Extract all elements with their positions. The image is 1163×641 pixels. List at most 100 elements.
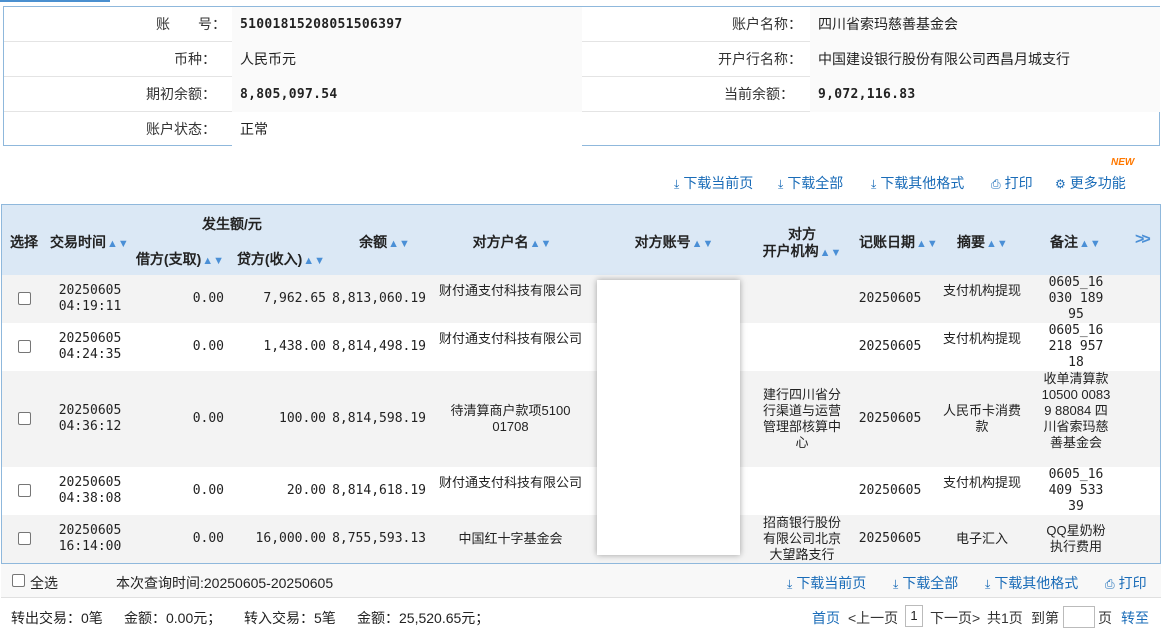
page-unit-label: 页 [1098,610,1112,626]
row-date-text: 20250605 [58,331,122,346]
bank-value: 中国建设银行股份有限公司西昌月城支行 [810,42,1160,77]
row-checkbox[interactable] [18,340,31,353]
footer-download-other-button[interactable]: ⤓ 下载其他格式 [985,573,1078,593]
gear-icon: ⚙ [1055,177,1066,191]
row-summary: 支付机构提现 [942,475,1021,490]
row-debit: 0.00 [192,291,224,306]
row-checkbox[interactable] [18,484,31,497]
prev-page-link[interactable]: <上一页 [848,608,898,628]
row-post-date: 20250605 [858,339,922,354]
footer-download-page-button[interactable]: ⤓ 下载当前页 [787,573,866,593]
account-name-label: 账户名称： [732,16,802,32]
row-balance: 8,813,060.19 [332,291,426,306]
header-counter-account-label: 对方账号 [634,234,691,250]
row-time-text: 16:14:00 [58,539,122,554]
sort-icon: ▲▼ [986,238,1008,250]
status-value: 正常 [232,112,582,147]
download-page-button[interactable]: ⤓ 下载当前页 [674,173,753,193]
header-counter-account[interactable]: 对方账号▲▼ [634,232,714,252]
row-credit: 7,962.65 [263,291,326,306]
first-page-link[interactable]: 首页 [812,608,840,628]
row-time-text: 04:36:12 [58,419,122,434]
sort-icon: ▲▼ [107,238,129,250]
header-credit[interactable]: 贷方(收入)▲▼ [236,249,326,269]
row-checkbox[interactable] [18,532,31,545]
printer-icon: ⎙ [1105,577,1115,591]
row-debit: 0.00 [192,531,224,546]
download-icon: ⤓ [985,577,991,591]
footer-download-all-button[interactable]: ⤓ 下载全部 [893,573,958,593]
header-remark[interactable]: 备注▲▼ [1050,232,1101,252]
account-info-row: 账户状态： 正常 [4,112,1159,147]
header-summary[interactable]: 摘要▲▼ [957,232,1008,252]
header-balance[interactable]: 余额▲▼ [357,232,412,252]
print-button[interactable]: ⎙ 打印 [991,173,1033,193]
total-pages: 共1页 [987,610,1023,626]
header-time-label: 交易时间 [50,234,106,250]
table-row[interactable]: 20250605 04:38:08 0.00 20.00 8,814,618.19… [2,467,1160,515]
header-debit[interactable]: 借方(支取)▲▼ [135,249,225,269]
download-other-button[interactable]: ⤓ 下载其他格式 [871,173,964,193]
row-time: 20250605 04:19:11 [50,283,130,315]
table-row[interactable]: 20250605 16:14:00 0.00 16,000.00 8,755,59… [2,515,1160,563]
table-row[interactable]: 20250605 04:19:11 0.00 7,962.65 8,813,060… [2,275,1160,323]
header-counter-name[interactable]: 对方户名▲▼ [472,232,552,252]
row-time: 20250605 16:14:00 [50,523,130,555]
query-time: 本次查询时间:20250605-20250605 [116,575,334,591]
row-credit: 100.00 [279,411,326,426]
header-post-date[interactable]: 记账日期▲▼ [859,232,938,252]
header-balance-label: 余额 [359,234,388,250]
in-transactions: 转入交易：5笔 [244,610,336,626]
header-time[interactable]: 交易时间▲▼ [50,232,129,252]
header-amount-group: 发生额/元 [202,216,262,232]
row-remark: 0605_16030 18995 [1048,275,1104,322]
row-remark: 收单清算款10500 00839 88084 四川省索玛慈善基金会 [1041,371,1111,450]
account-info-row: 期初余额： 8,805,097.54 当前余额： 9,072,116.83 [4,77,1160,112]
table-row[interactable]: 20250605 04:24:35 0.00 1,438.00 8,814,498… [2,323,1160,371]
row-counter-name: 财付通支付科技有限公司 [438,475,582,490]
header-credit-label: 贷方(收入) [236,251,303,267]
more-columns-icon[interactable]: >> [1135,231,1151,249]
row-summary: 人民币卡消费款 [942,403,1021,434]
opening-balance-value: 8,805,097.54 [232,77,582,112]
table-row[interactable]: 20250605 04:36:12 0.00 100.00 8,814,598.1… [2,371,1160,467]
row-counter-name: 中国红十字基金会 [458,531,563,546]
row-counter-name: 待清算商户款项510001708 [450,403,571,434]
row-checkbox[interactable] [18,292,31,305]
header-summary-label: 摘要 [957,234,985,250]
sort-icon: ▲▼ [529,238,552,250]
row-counter-name: 财付通支付科技有限公司 [438,331,582,346]
next-page-link[interactable]: 下一页> [930,608,980,628]
header-counter-bank[interactable]: 开户机构▲▼ [762,241,842,261]
sort-icon: ▲▼ [388,238,410,250]
download-other-label: 下载其他格式 [880,175,965,191]
goto-button[interactable]: 转至 [1121,608,1149,628]
account-info-panel: 账 号： 51001815208051506397 账户名称： 四川省索玛慈善基… [3,6,1160,147]
select-all-checkbox[interactable] [12,574,25,587]
download-icon: ⤓ [893,577,899,591]
download-icon: ⤓ [871,177,877,191]
in-amount: 金额：25,520.65元； [357,610,490,626]
currency-value: 人民币元 [232,42,582,77]
footer-print-button[interactable]: ⎙ 打印 [1105,573,1147,593]
row-time-text: 04:38:08 [58,491,122,506]
row-remark: 0605_16218 95718 [1048,323,1104,370]
row-debit: 0.00 [192,339,224,354]
account-info-row: 币种： 人民币元 开户行名称： 中国建设银行股份有限公司西昌月城支行 [4,42,1160,77]
row-time: 20250605 04:36:12 [50,403,130,435]
row-remark: 0605_16409 53339 [1048,467,1104,514]
current-page-number[interactable]: 1 [905,605,923,627]
row-checkbox[interactable] [18,412,31,425]
download-all-button[interactable]: ⤓ 下载全部 [778,173,843,193]
footer-print-label: 打印 [1118,575,1147,591]
select-all-label[interactable]: 全选 [30,573,58,593]
row-date-text: 20250605 [58,283,122,298]
row-debit: 0.00 [192,411,224,426]
more-functions-button[interactable]: ⚙ 更多功能 [1055,173,1126,193]
sort-icon: ▲▼ [303,255,326,267]
download-page-label: 下载当前页 [683,175,754,191]
current-balance-value: 9,072,116.83 [810,77,1160,112]
row-counter-name: 财付通支付科技有限公司 [438,283,582,298]
goto-page-input[interactable] [1063,606,1095,628]
row-post-date: 20250605 [858,531,922,546]
